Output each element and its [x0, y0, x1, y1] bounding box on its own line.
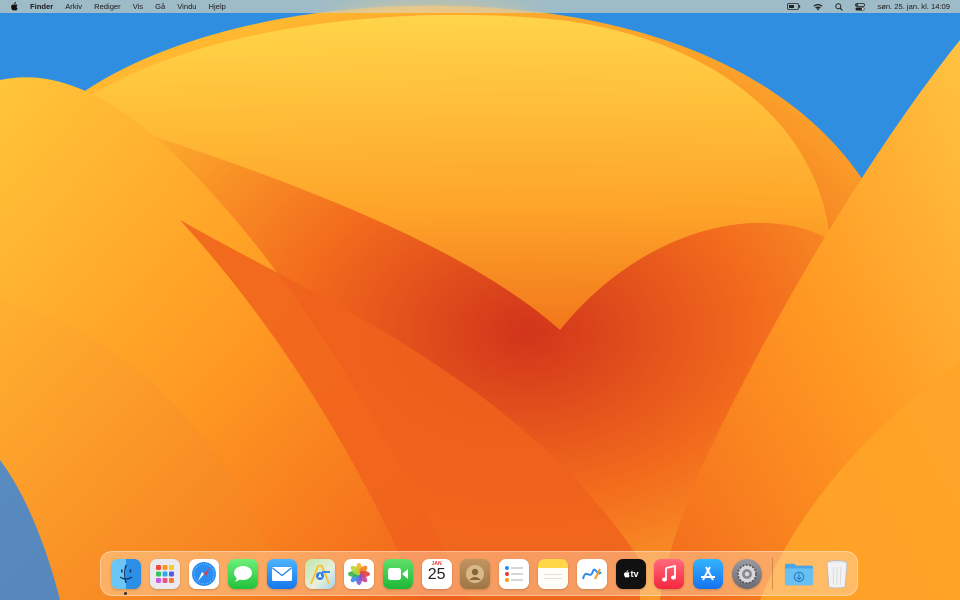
- calendar-icon[interactable]: JAN 25: [421, 558, 452, 589]
- messages-icon[interactable]: [227, 558, 258, 589]
- apple-icon[interactable]: [10, 2, 18, 11]
- freeform-icon[interactable]: [576, 558, 607, 589]
- maps-icon[interactable]: [305, 558, 336, 589]
- menu-ga[interactable]: Gå: [155, 0, 165, 13]
- apple-tv-label: tv: [630, 568, 639, 579]
- launchpad-icon[interactable]: [150, 558, 181, 589]
- running-indicator: [124, 591, 128, 595]
- notes-icon[interactable]: [537, 558, 568, 589]
- dock: JAN 25 tv: [100, 551, 858, 596]
- menu-rediger[interactable]: Rediger: [94, 0, 121, 13]
- menu-arkiv[interactable]: Arkiv: [65, 0, 82, 13]
- contacts-icon[interactable]: [460, 558, 491, 589]
- music-icon[interactable]: [654, 558, 685, 589]
- safari-icon[interactable]: [188, 558, 219, 589]
- apple-tv-icon[interactable]: tv: [615, 558, 646, 589]
- battery-icon[interactable]: [787, 3, 801, 10]
- downloads-folder-icon[interactable]: [784, 559, 814, 589]
- menu-vis[interactable]: Vis: [133, 0, 143, 13]
- control-center-icon[interactable]: [855, 2, 866, 11]
- menu-hjelp[interactable]: Hjelp: [209, 0, 226, 13]
- mail-icon[interactable]: [266, 558, 297, 589]
- facetime-icon[interactable]: [382, 558, 413, 589]
- menu-vindu[interactable]: Vindu: [177, 0, 196, 13]
- system-settings-icon[interactable]: [731, 558, 762, 589]
- menu-bar-clock[interactable]: søn. 25. jan. kl. 14:09: [877, 0, 950, 13]
- wifi-icon[interactable]: [813, 3, 823, 11]
- menu-app-name[interactable]: Finder: [30, 0, 53, 13]
- calendar-day: 25: [427, 565, 446, 583]
- reminders-icon[interactable]: [499, 558, 530, 589]
- photos-icon[interactable]: [344, 558, 375, 589]
- dock-separator: [772, 557, 774, 590]
- app-store-icon[interactable]: [693, 558, 724, 589]
- trash-icon[interactable]: [822, 559, 852, 589]
- desktop-wallpaper: [0, 0, 960, 600]
- finder-icon[interactable]: [111, 558, 142, 595]
- spotlight-search-icon[interactable]: [835, 2, 844, 11]
- menu-bar: Finder Arkiv Rediger Vis Gå Vindu Hjelp …: [0, 0, 960, 13]
